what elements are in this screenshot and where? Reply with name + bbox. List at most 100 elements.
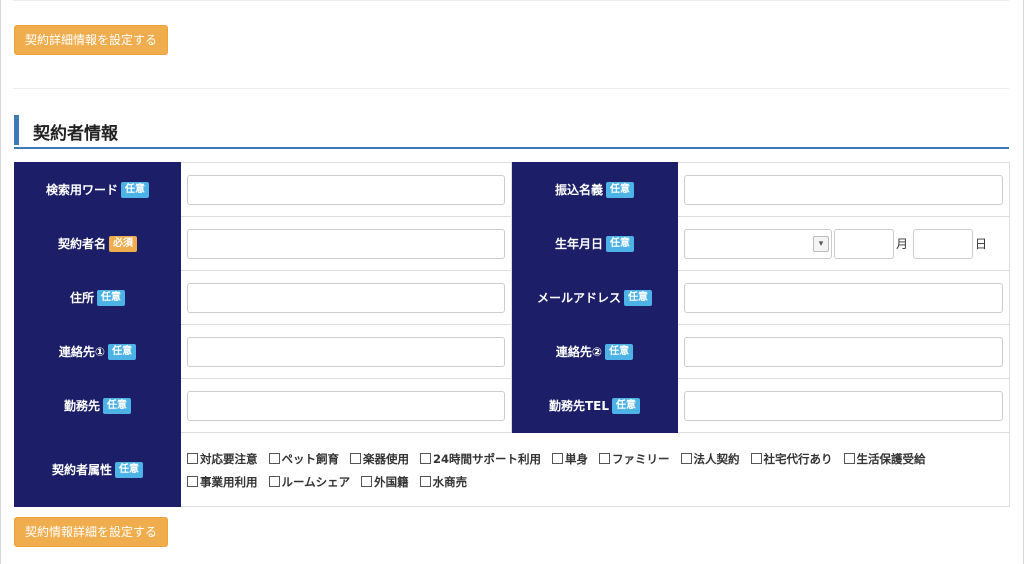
label-text: 契約者名 (57, 236, 106, 251)
form-row: 検索用ワード 任意 振込名義 任意 (14, 162, 1010, 217)
label-search-word: 検索用ワード 任意 (14, 162, 181, 217)
chevron-down-icon[interactable]: ▾ (813, 235, 829, 252)
attribute-checkbox-item[interactable]: ファミリー (599, 448, 670, 471)
checkbox-label: 単身 (565, 451, 589, 466)
transfer-name-input[interactable] (684, 174, 1003, 205)
checkbox-label: 外国籍 (374, 474, 409, 489)
set-contract-details-button[interactable]: 契約詳細情報を設定する (14, 25, 169, 55)
attribute-checkbox-list: 対応要注意 ペット飼育 楽器使用 24時間サポート利用 単身 ファミリー 法人契約 社宅代行あ… (187, 446, 1003, 494)
form-row: 連絡先① 任意 連絡先② 任意 (14, 324, 1010, 379)
birth-month-input[interactable] (834, 228, 894, 259)
checkbox[interactable] (420, 452, 431, 464)
checkbox-label: ペット飼育 (281, 451, 340, 466)
checkbox[interactable] (268, 475, 280, 487)
checkbox-label: 楽器使用 (363, 451, 409, 466)
checkbox[interactable] (750, 452, 762, 464)
label-address: 住所 任意 (14, 270, 181, 325)
optional-badge: 任意 (624, 290, 652, 307)
checkbox-label: 事業用利用 (200, 474, 258, 489)
search-word-input[interactable] (187, 174, 505, 205)
section-divider (13, 88, 1009, 89)
label-text: 契約者属性 (51, 462, 112, 477)
optional-badge: 任意 (97, 290, 125, 307)
attribute-checkbox-item[interactable]: 生活保護受給 (843, 448, 926, 471)
checkbox[interactable] (680, 452, 692, 464)
optional-badge: 任意 (108, 344, 137, 361)
attribute-checkbox-item[interactable]: ペット飼育 (268, 448, 340, 471)
section-title: 契約者情報 (33, 124, 118, 144)
optional-badge: 任意 (606, 182, 634, 199)
label-contact2: 連絡先② 任意 (511, 324, 678, 379)
contractor-form-table: 検索用ワード 任意 振込名義 任意 契約者名 必須 生年月日 任意 ▾ 月 日 … (14, 162, 1010, 507)
contact1-input[interactable] (187, 336, 505, 367)
label-transfer-name: 振込名義 任意 (511, 162, 678, 217)
optional-badge: 任意 (103, 398, 131, 415)
checkbox[interactable] (187, 475, 198, 487)
label-text: 連絡先① (58, 344, 106, 359)
attribute-checkbox-item[interactable]: 社宅代行あり (750, 448, 833, 471)
checkbox[interactable] (268, 452, 280, 464)
checkbox-label: 法人契約 (693, 451, 740, 466)
attribute-checkbox-item[interactable]: ルームシェア (268, 471, 350, 494)
label-workplace: 勤務先 任意 (14, 378, 181, 433)
label-attributes: 契約者属性 任意 (14, 432, 181, 507)
label-email: メールアドレス 任意 (511, 270, 678, 325)
attribute-checkbox-item[interactable]: 対応要注意 (187, 448, 258, 471)
address-input[interactable] (187, 282, 505, 313)
checkbox-label: ファミリー (612, 451, 670, 466)
label-text: 生年月日 (554, 236, 603, 251)
heading-accent-bar (14, 115, 19, 145)
checkbox[interactable] (843, 452, 855, 464)
checkbox[interactable] (419, 475, 431, 487)
attribute-checkbox-item[interactable]: 水商売 (419, 471, 468, 494)
label-text: 勤務先 (63, 398, 100, 413)
form-row: 住所 任意 メールアドレス 任意 (14, 270, 1010, 325)
checkbox[interactable] (599, 452, 611, 464)
label-text: メールアドレス (536, 290, 621, 305)
email-input[interactable] (684, 282, 1003, 313)
attribute-checkbox-item[interactable]: 単身 (552, 448, 588, 471)
birth-year-select[interactable]: ▾ (684, 228, 832, 259)
required-badge: 必須 (109, 236, 137, 253)
checkbox[interactable] (350, 452, 361, 464)
workplace-tel-input[interactable] (684, 390, 1003, 421)
section-heading: 契約者情報 (14, 113, 1009, 149)
month-unit: 月 (896, 237, 909, 251)
attribute-checkbox-item[interactable]: 事業用利用 (187, 471, 258, 494)
checkbox[interactable] (552, 452, 564, 464)
contractor-name-input[interactable] (187, 228, 505, 259)
label-contact1: 連絡先① 任意 (14, 324, 181, 379)
attribute-checkbox-item[interactable]: 法人契約 (680, 448, 740, 471)
page-frame: 契約詳細情報を設定する 契約者情報 検索用ワード 任意 振込名義 任意 契約者名 必須… (0, 0, 1024, 564)
workplace-input[interactable] (187, 390, 505, 421)
checkbox-label: 水商売 (432, 474, 468, 489)
optional-badge: 任意 (612, 398, 641, 415)
checkbox[interactable] (361, 475, 373, 487)
form-row: 契約者名 必須 生年月日 任意 ▾ 月 日 (14, 216, 1010, 271)
form-row: 契約者属性 任意 対応要注意 ペット飼育 楽器使用 24時間サポート利用 単身 ファミリー 法… (14, 432, 1010, 507)
checkbox-label: 24時間サポート利用 (433, 451, 542, 466)
checkbox[interactable] (187, 452, 198, 464)
label-text: 連絡先② (555, 344, 603, 359)
birth-date-group: ▾ 月 日 (684, 228, 1003, 259)
label-text: 振込名義 (554, 182, 603, 197)
top-divider (13, 0, 1009, 1)
label-text: 勤務先TEL (548, 398, 610, 413)
label-text: 住所 (69, 290, 94, 305)
attribute-checkbox-item[interactable]: 24時間サポート利用 (420, 448, 541, 471)
form-row: 勤務先 任意 勤務先TEL 任意 (14, 378, 1010, 433)
label-contractor-name: 契約者名 必須 (14, 216, 181, 271)
set-contract-info-details-button[interactable]: 契約情報詳細を設定する (14, 517, 169, 547)
label-workplace-tel: 勤務先TEL 任意 (511, 378, 678, 433)
attribute-checkbox-item[interactable]: 楽器使用 (350, 448, 409, 471)
attribute-checkbox-item[interactable]: 外国籍 (361, 471, 409, 494)
checkbox-label: 生活保護受給 (856, 451, 926, 466)
day-unit: 日 (975, 237, 988, 251)
optional-badge: 任意 (605, 344, 634, 361)
checkbox-label: 社宅代行あり (763, 451, 833, 466)
optional-badge: 任意 (121, 182, 149, 199)
contact2-input[interactable] (684, 336, 1003, 367)
optional-badge: 任意 (606, 236, 634, 253)
optional-badge: 任意 (115, 462, 143, 479)
birth-day-input[interactable] (913, 228, 974, 259)
